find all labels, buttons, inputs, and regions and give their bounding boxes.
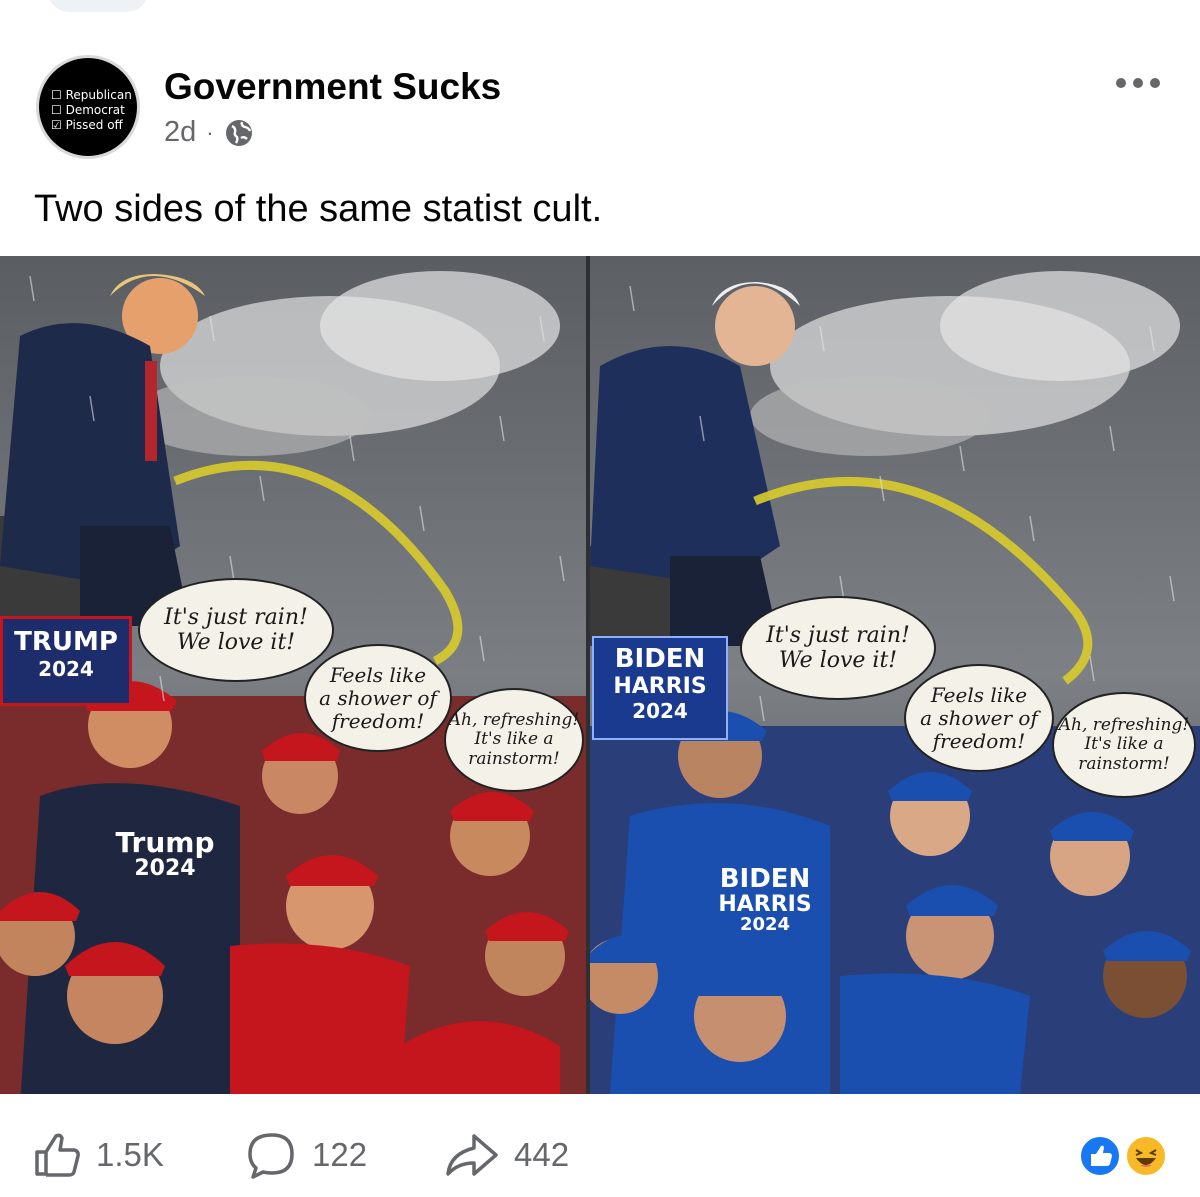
comment-bubble-icon: [246, 1130, 298, 1180]
trump-shirt-line2: 2024: [134, 856, 196, 882]
left-bubble-3-line2: It's like a: [474, 729, 554, 750]
biden-sign-line2: HARRIS: [613, 674, 707, 699]
avatar-line-democrat: ☐ Democrat: [51, 103, 125, 117]
avatar-line-republican: ☐ Republican: [51, 88, 132, 102]
post-text: Two sides of the same statist cult.: [34, 188, 603, 230]
top-pill: [48, 0, 148, 12]
biden-shirt-line3: 2024: [739, 914, 791, 936]
page-name[interactable]: Government Sucks: [164, 66, 501, 108]
left-bubble-3-line3: rainstorm!: [468, 748, 560, 769]
haha-reaction-icon: [1124, 1134, 1168, 1178]
right-bubble-3: Ah, refreshing! It's like a rainstorm!: [1052, 692, 1196, 798]
biden-shirt-line2: HARRIS: [718, 892, 812, 918]
post-meta: 2d ·: [164, 116, 254, 149]
left-bubble-3: Ah, refreshing! It's like a rainstorm!: [444, 688, 584, 792]
thumbs-up-icon: [32, 1130, 82, 1180]
biden-shirt-text: BIDEN HARRIS 2024: [700, 864, 830, 936]
left-bubble-2-line2: a shower of: [319, 685, 437, 710]
share-count: 442: [514, 1136, 570, 1173]
left-bubble-3-line1: Ah, refreshing!: [448, 709, 580, 730]
post-actions: 1.5K 122 442: [0, 1110, 1200, 1190]
trump-sign-line1: TRUMP: [14, 627, 118, 657]
right-bubble-3-line2: It's like a: [1084, 734, 1164, 755]
right-bubble-2-line2: a shower of: [920, 705, 1038, 730]
trump-shirt-line1: Trump: [115, 826, 215, 859]
trump-sign: TRUMP 2024: [0, 616, 132, 706]
post-image[interactable]: TRUMP 2024 It's just rain! We love it! F…: [0, 256, 1200, 1094]
avatar-ballot-text: ☐ Republican ☐ Democrat ☑ Pissed off: [51, 88, 132, 133]
comment-button[interactable]: 122: [246, 1130, 367, 1180]
right-bubble-1-line1: It's just rain!: [766, 622, 910, 648]
reaction-summary[interactable]: [1078, 1134, 1174, 1178]
right-bubble-1-line2: We love it!: [778, 648, 898, 673]
avatar-line-pissed-off: ☑ Pissed off: [51, 118, 123, 132]
biden-sign-line1: BIDEN: [614, 644, 706, 674]
biden-sign: BIDEN HARRIS 2024: [592, 636, 728, 740]
right-bubble-1: It's just rain! We love it!: [740, 596, 936, 700]
page-avatar[interactable]: ☐ Republican ☐ Democrat ☑ Pissed off: [36, 55, 140, 159]
comment-count: 122: [312, 1136, 368, 1173]
biden-shirt-line1: BIDEN: [719, 864, 811, 894]
right-bubble-2-line3: freedom!: [932, 728, 1026, 753]
right-bubble-3-line3: rainstorm!: [1078, 753, 1170, 774]
globe-icon: [224, 118, 254, 148]
more-options-icon[interactable]: [1116, 68, 1166, 98]
left-bubble-2: Feels like a shower of freedom!: [304, 644, 452, 752]
right-panel-image: BIDEN HARRIS 2024 It's just rain! We lov…: [590, 256, 1200, 1094]
left-bubble-2-line3: freedom!: [331, 708, 425, 733]
left-bubble-2-line1: Feels like: [329, 662, 427, 687]
trump-sign-line2: 2024: [38, 657, 94, 681]
trump-shirt-text: Trump 2024: [100, 826, 230, 882]
right-bubble-3-line1: Ah, refreshing!: [1058, 714, 1190, 735]
like-count: 1.5K: [96, 1136, 164, 1173]
meta-separator: ·: [206, 119, 214, 145]
like-reaction-icon: [1078, 1134, 1122, 1178]
biden-sign-line3: 2024: [632, 699, 688, 723]
right-bubble-2: Feels like a shower of freedom!: [904, 664, 1054, 772]
left-panel-image: TRUMP 2024 It's just rain! We love it! F…: [0, 256, 586, 1094]
left-bubble-1-line2: We love it!: [176, 630, 296, 655]
left-bubble-1: It's just rain! We love it!: [138, 578, 334, 682]
share-button[interactable]: 442: [444, 1130, 569, 1180]
share-arrow-icon: [444, 1130, 500, 1180]
post-time[interactable]: 2d: [164, 116, 196, 149]
right-bubble-2-line1: Feels like: [930, 682, 1028, 707]
like-button[interactable]: 1.5K: [32, 1130, 164, 1180]
left-bubble-1-line1: It's just rain!: [164, 604, 308, 630]
